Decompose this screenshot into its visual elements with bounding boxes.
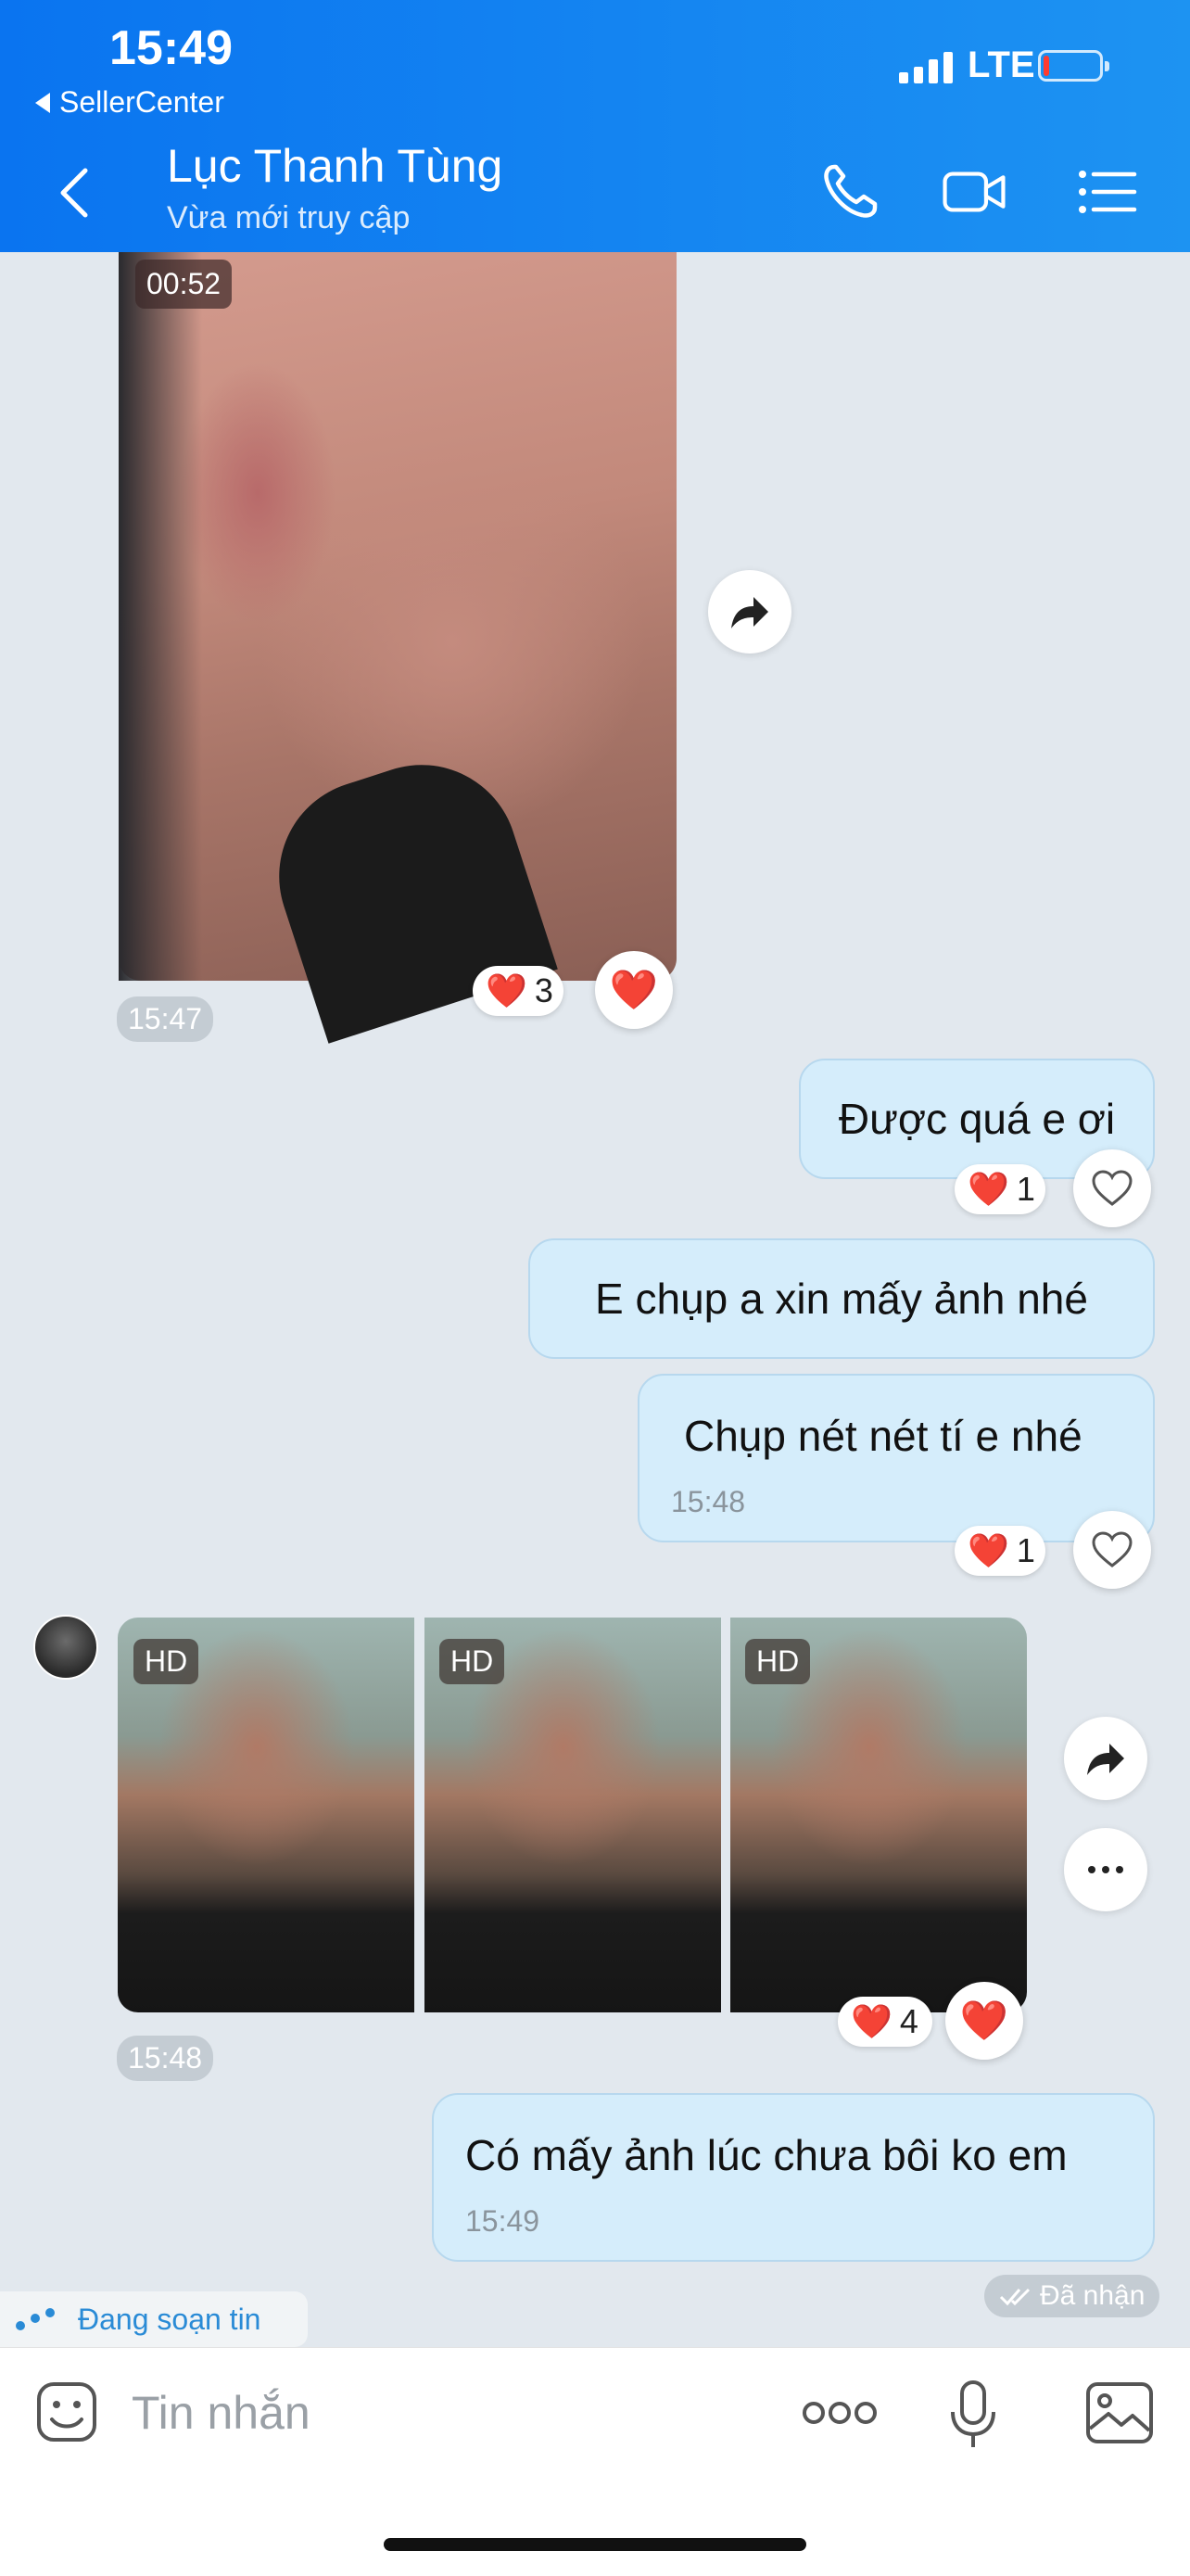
reaction-count: 3: [534, 971, 553, 1009]
message-text: Có mấy ảnh lúc chưa bôi ko em: [465, 2131, 1068, 2179]
message-time: 15:49: [465, 2204, 540, 2238]
reaction-summary[interactable]: ❤️ 1: [955, 1526, 1045, 1576]
message-text: E chụp a xin mấy ảnh nhé: [595, 1275, 1088, 1323]
gallery-icon[interactable]: [1084, 2380, 1155, 2445]
reaction-count: 1: [1016, 1531, 1035, 1569]
heart-filled-icon: ❤️: [959, 1998, 1009, 2042]
more-icon[interactable]: [801, 2397, 879, 2429]
outgoing-message[interactable]: Có mấy ảnh lúc chưa bôi ko em 15:49: [432, 2093, 1155, 2262]
network-label: LTE: [968, 44, 1035, 85]
reaction-count: 1: [1016, 1170, 1035, 1208]
heart-icon: ❤️: [968, 1170, 1009, 1208]
typing-dots-icon: [16, 2308, 55, 2330]
heart-icon: ❤️: [486, 971, 527, 1009]
forward-icon: [731, 597, 768, 628]
delivery-status: Đã nhận: [984, 2275, 1160, 2317]
contact-status: Vừa mới truy cập: [167, 200, 411, 235]
more-dots-icon: [1088, 1866, 1123, 1873]
status-time: 15:49: [109, 21, 233, 75]
react-heart-button[interactable]: ❤️: [945, 1982, 1023, 2060]
menu-list-icon[interactable]: [1073, 158, 1142, 226]
message-text: Chụp nét nét tí e nhé: [684, 1412, 1082, 1460]
battery-icon: [1038, 50, 1109, 82]
reaction-count: 4: [899, 2002, 918, 2040]
hd-badge: HD: [133, 1639, 199, 1684]
react-heart-button[interactable]: [1073, 1149, 1151, 1227]
message-time: 15:48: [117, 2036, 214, 2081]
home-indicator: [384, 2538, 806, 2551]
message-time: 15:47: [117, 996, 214, 1042]
back-triangle-icon: [35, 92, 50, 113]
video-call-icon[interactable]: [940, 158, 1008, 226]
reaction-summary[interactable]: ❤️ 3: [473, 966, 563, 1016]
avatar[interactable]: [33, 1615, 98, 1680]
video-thumbnail[interactable]: [119, 252, 677, 1044]
more-options-button[interactable]: [1064, 1828, 1147, 1911]
outgoing-message[interactable]: E chụp a xin mấy ảnh nhé: [528, 1238, 1155, 1359]
react-heart-button[interactable]: [1073, 1511, 1151, 1589]
reaction-summary[interactable]: ❤️ 4: [838, 1997, 932, 2047]
heart-outline-icon: [1092, 1531, 1133, 1567]
heart-icon: ❤️: [968, 1531, 1009, 1569]
phone-icon[interactable]: [816, 158, 884, 226]
video-duration: 00:52: [135, 260, 233, 309]
typing-text: Đang soạn tin: [78, 2302, 261, 2336]
react-heart-button[interactable]: ❤️: [595, 951, 673, 1029]
heart-outline-icon: [1092, 1170, 1133, 1206]
message-input[interactable]: Tin nhắn: [132, 2386, 310, 2440]
forward-button[interactable]: [708, 570, 791, 654]
message-text: Được quá e ơi: [838, 1095, 1116, 1143]
back-chevron-icon[interactable]: [56, 165, 93, 221]
microphone-icon[interactable]: [947, 2379, 999, 2451]
outgoing-message[interactable]: Chụp nét nét tí e nhé 15:48: [638, 1374, 1155, 1542]
sticker-icon[interactable]: [33, 2379, 100, 2445]
delivery-text: Đã nhận: [1040, 2280, 1146, 2311]
hd-badge: HD: [745, 1639, 811, 1684]
heart-icon: ❤️: [851, 2002, 892, 2040]
forward-button[interactable]: [1064, 1717, 1147, 1800]
contact-name[interactable]: Lục Thanh Tùng: [167, 139, 502, 193]
forward-icon: [1087, 1744, 1124, 1775]
reaction-summary[interactable]: ❤️ 1: [955, 1164, 1045, 1214]
heart-filled-icon: ❤️: [609, 967, 659, 1011]
back-to-app-link[interactable]: SellerCenter: [35, 85, 224, 120]
message-time: 15:48: [671, 1485, 746, 1518]
back-app-label: SellerCenter: [59, 85, 224, 119]
double-check-icon: [999, 2288, 1031, 2306]
hd-badge: HD: [439, 1639, 505, 1684]
signal-icon: [899, 50, 953, 83]
typing-indicator: Đang soạn tin: [0, 2291, 308, 2347]
